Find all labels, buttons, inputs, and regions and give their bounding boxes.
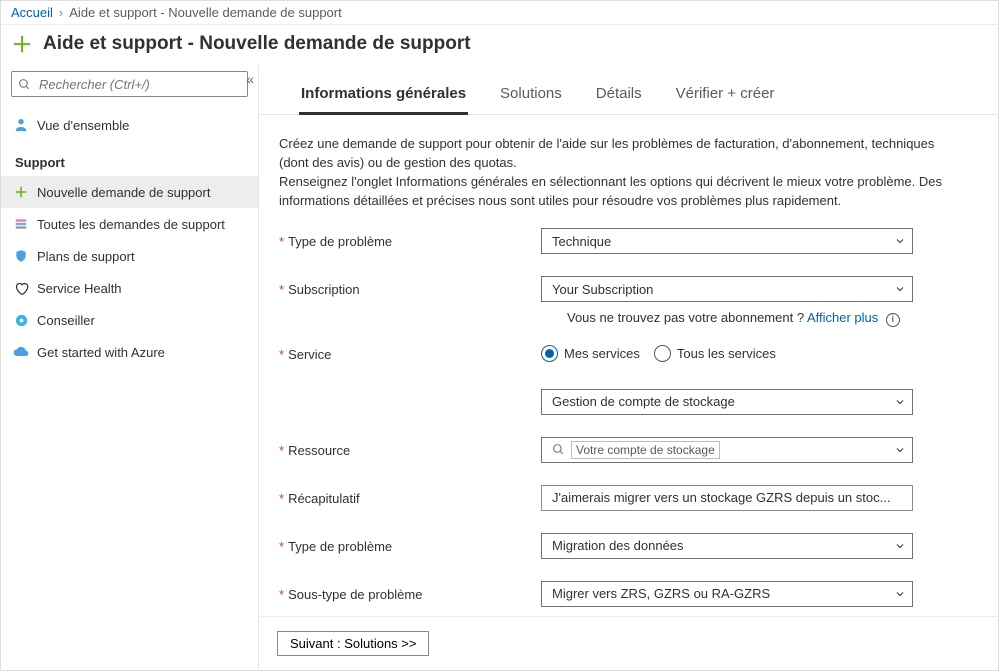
sidebar-section-support: Support bbox=[1, 141, 258, 176]
chevron-down-icon bbox=[894, 444, 906, 456]
sidebar-item-label: Vue d'ensemble bbox=[37, 118, 129, 133]
tab-details[interactable]: Détails bbox=[594, 85, 644, 115]
sidebar-item-label: Conseiller bbox=[37, 313, 95, 328]
sidebar-item-get-started[interactable]: Get started with Azure bbox=[1, 336, 258, 368]
cloud-icon bbox=[13, 344, 29, 360]
input-summary[interactable]: J'aimerais migrer vers un stockage GZRS … bbox=[541, 485, 913, 511]
next-button[interactable]: Suivant : Solutions >> bbox=[277, 631, 429, 656]
sidebar-item-label: Service Health bbox=[37, 281, 122, 296]
sidebar-item-label: Get started with Azure bbox=[37, 345, 165, 360]
tabs: Informations générales Solutions Détails… bbox=[259, 65, 998, 115]
link-show-more[interactable]: Afficher plus bbox=[807, 310, 878, 325]
search-icon bbox=[18, 78, 31, 91]
select-subscription[interactable]: Your Subscription bbox=[541, 276, 913, 302]
intro-text: Créez une demande de support pour obteni… bbox=[279, 135, 958, 210]
label-problem-subtype: Sous-type de problème bbox=[288, 587, 422, 602]
main-panel: Informations générales Solutions Détails… bbox=[259, 65, 998, 670]
sidebar-item-service-health[interactable]: Service Health bbox=[1, 272, 258, 304]
label-issue-type: Type de problème bbox=[288, 234, 392, 249]
select-service[interactable]: Gestion de compte de stockage bbox=[541, 389, 913, 415]
subscription-hint: Vous ne trouvez pas votre abonnement ? bbox=[567, 310, 807, 325]
tab-review[interactable]: Vérifier + créer bbox=[674, 85, 777, 115]
heart-icon bbox=[13, 280, 29, 296]
advisor-icon bbox=[13, 312, 29, 328]
label-subscription: Subscription bbox=[288, 282, 360, 297]
chevron-right-icon: › bbox=[59, 5, 63, 20]
radio-my-services[interactable]: Mes services bbox=[541, 345, 640, 362]
breadcrumb-current: Aide et support - Nouvelle demande de su… bbox=[69, 5, 341, 20]
label-resource: Ressource bbox=[288, 443, 350, 458]
chevron-down-icon bbox=[894, 283, 906, 295]
search-input[interactable] bbox=[11, 71, 248, 97]
breadcrumb: Accueil › Aide et support - Nouvelle dem… bbox=[1, 1, 998, 25]
shield-icon bbox=[13, 248, 29, 264]
chevron-down-icon bbox=[894, 235, 906, 247]
collapse-sidebar-icon[interactable]: « bbox=[246, 71, 254, 87]
page-title: Aide et support - Nouvelle demande de su… bbox=[43, 33, 471, 55]
sidebar-item-label: Plans de support bbox=[37, 249, 135, 264]
plus-icon bbox=[13, 184, 29, 200]
label-problem-type: Type de problème bbox=[288, 539, 392, 554]
tab-basics[interactable]: Informations générales bbox=[299, 85, 468, 115]
sidebar-item-advisor[interactable]: Conseiller bbox=[1, 304, 258, 336]
search-icon bbox=[552, 443, 565, 456]
select-resource[interactable]: Votre compte de stockage bbox=[541, 437, 913, 463]
sidebar-item-overview[interactable]: Vue d'ensemble bbox=[1, 109, 258, 141]
label-service: Service bbox=[288, 347, 331, 362]
chevron-down-icon bbox=[894, 396, 906, 408]
select-problem-type[interactable]: Migration des données bbox=[541, 533, 913, 559]
select-problem-subtype[interactable]: Migrer vers ZRS, GZRS ou RA-GZRS bbox=[541, 581, 913, 607]
info-icon[interactable]: i bbox=[886, 313, 900, 327]
page-titlebar: Aide et support - Nouvelle demande de su… bbox=[1, 25, 998, 65]
search-field[interactable] bbox=[37, 76, 241, 93]
radio-all-services[interactable]: Tous les services bbox=[654, 345, 776, 362]
breadcrumb-home[interactable]: Accueil bbox=[11, 5, 53, 20]
chevron-down-icon bbox=[894, 540, 906, 552]
sidebar-item-new-request[interactable]: Nouvelle demande de support bbox=[1, 176, 258, 208]
list-icon bbox=[13, 216, 29, 232]
sidebar-item-all-requests[interactable]: Toutes les demandes de support bbox=[1, 208, 258, 240]
sidebar-item-support-plans[interactable]: Plans de support bbox=[1, 240, 258, 272]
chevron-down-icon bbox=[894, 588, 906, 600]
person-icon bbox=[13, 117, 29, 133]
sidebar-item-label: Nouvelle demande de support bbox=[37, 185, 210, 200]
tab-solutions[interactable]: Solutions bbox=[498, 85, 564, 115]
resource-placeholder: Votre compte de stockage bbox=[571, 441, 720, 459]
footer: Suivant : Solutions >> bbox=[259, 616, 998, 670]
sidebar-item-label: Toutes les demandes de support bbox=[37, 217, 225, 232]
label-summary: Récapitulatif bbox=[288, 491, 360, 506]
required-marker: * bbox=[279, 234, 284, 249]
plus-icon bbox=[11, 33, 33, 55]
sidebar: « Vue d'ensemble Support Nouvelle d bbox=[1, 65, 259, 670]
select-issue-type[interactable]: Technique bbox=[541, 228, 913, 254]
